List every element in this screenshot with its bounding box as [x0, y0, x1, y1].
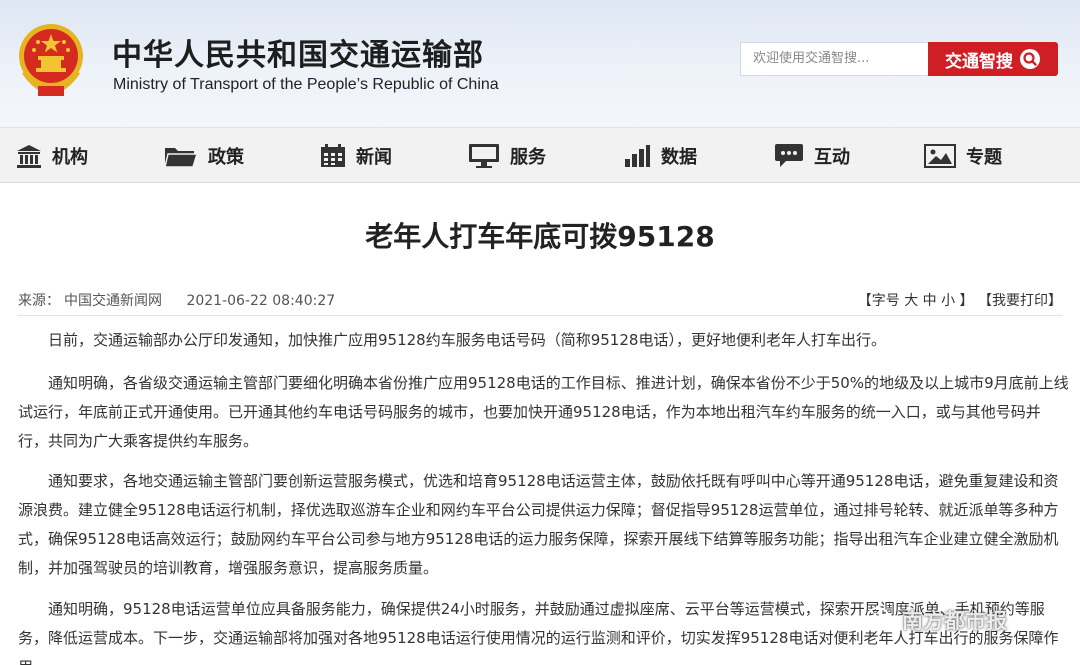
- article-meta: 来源： 中国交通新闻网 2021-06-22 08:40:27 【字号 大 中 小…: [18, 290, 1062, 310]
- search-button[interactable]: 交通智搜: [928, 42, 1058, 76]
- bar-chart-icon: [623, 144, 651, 168]
- article-paragraph: 通知要求，各地交通运输主管部门要创新运营服务模式，优选和培育95128电话运营主…: [18, 472, 1059, 577]
- nav-item-topic[interactable]: 专题: [924, 128, 1002, 184]
- publish-date: 2021-06-22 08:40:27: [186, 293, 336, 309]
- article-title: 老年人打车年底可拨95128: [365, 220, 715, 253]
- font-size-medium-link[interactable]: 中: [923, 293, 937, 309]
- nav-item-news[interactable]: 新闻: [320, 128, 392, 184]
- article-paragraph: 通知明确，各省级交通运输主管部门要细化明确本省份推广应用95128电话的工作目标…: [18, 374, 1069, 450]
- watermark-text: 南方都市报: [902, 609, 1007, 633]
- site-header: 中华人民共和国交通运输部 Ministry of Transport of th…: [0, 0, 1080, 127]
- national-emblem-icon[interactable]: [16, 22, 86, 98]
- nav-item-interaction[interactable]: 互动: [774, 128, 850, 184]
- nav-item-policy[interactable]: 政策: [164, 128, 244, 184]
- article-tools: 【字号 大 中 小 】 【我要打印】: [858, 290, 1062, 310]
- search-button-label: 交通智搜: [945, 51, 1013, 71]
- institution-icon: [16, 144, 42, 168]
- calendar-icon: [320, 144, 346, 168]
- main-nav: 机构 政策 新闻 服务 数据 互动 专题: [0, 127, 1080, 183]
- nav-item-label: 数据: [661, 147, 697, 168]
- picture-icon: [924, 144, 956, 168]
- nav-item-data[interactable]: 数据: [623, 128, 697, 184]
- nav-item-label: 政策: [208, 147, 244, 168]
- watermark: 南方都市报: [866, 605, 1007, 635]
- source-name: 中国交通新闻网: [64, 293, 162, 309]
- monitor-icon: [468, 143, 500, 169]
- font-size-small-link[interactable]: 小: [941, 293, 955, 309]
- nav-item-service[interactable]: 服务: [468, 128, 546, 184]
- search-icon: [1019, 48, 1041, 70]
- nav-item-label: 服务: [510, 147, 546, 168]
- meta-divider: [18, 315, 1062, 316]
- folder-icon: [164, 144, 198, 168]
- nav-item-label: 机构: [52, 147, 88, 168]
- nav-item-label: 互动: [814, 147, 850, 168]
- font-size-large-link[interactable]: 大: [904, 293, 918, 309]
- nav-item-label: 新闻: [356, 147, 392, 168]
- search-input[interactable]: [740, 42, 928, 76]
- chat-bubble-icon: [774, 143, 804, 169]
- nav-item-label: 专题: [966, 147, 1002, 168]
- font-size-close: 】: [959, 293, 974, 309]
- nav-item-institution[interactable]: 机构: [16, 128, 88, 184]
- site-title-cn: 中华人民共和国交通运输部: [112, 38, 484, 73]
- article-paragraph: 日前，交通运输部办公厅印发通知，加快推广应用95128约车服务电话号码（简称95…: [48, 331, 886, 349]
- source-label: 来源：: [18, 293, 60, 309]
- font-size-label: 【字号: [857, 293, 900, 309]
- print-link[interactable]: 【我要打印】: [978, 293, 1062, 309]
- site-title-en: Ministry of Transport of the People’s Re…: [113, 76, 499, 93]
- wechat-icon: [866, 606, 896, 635]
